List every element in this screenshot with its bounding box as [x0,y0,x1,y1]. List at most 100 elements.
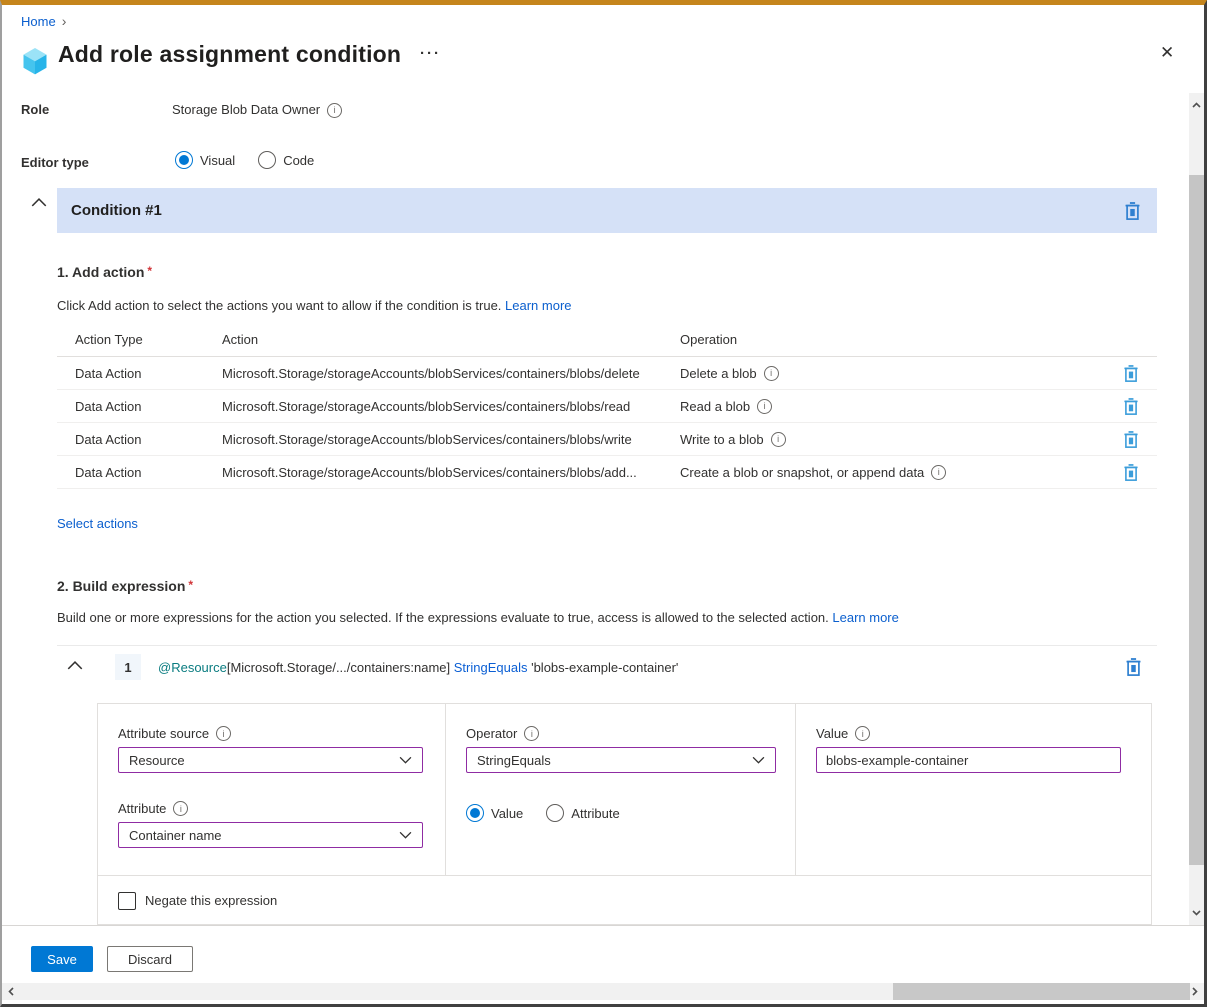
role-value-row: Storage Blob Data Owner [172,102,342,118]
cell-action-type: Data Action [57,366,222,381]
required-asterisk: * [188,578,193,592]
radio-visual[interactable] [175,151,193,169]
delete-expression-trash-icon[interactable] [1123,656,1144,678]
operation-info-icon[interactable] [931,465,946,480]
condition-collapse-chevron-icon[interactable] [29,193,49,212]
discard-button[interactable]: Discard [107,946,193,972]
value-column: Value [796,704,1151,875]
add-action-heading: 1. Add action* [57,264,152,280]
add-role-assignment-condition-window: Home› Add role assignment condition ··· … [0,0,1207,1007]
expression-attribute: @Resource [158,660,227,675]
cell-action-type: Data Action [57,432,222,447]
attribute-source-label: Attribute source [118,726,209,741]
attribute-value: Container name [129,828,222,843]
radio-code-label[interactable]: Code [283,153,314,168]
scroll-left-arrow-icon[interactable] [4,983,18,1000]
delete-action-trash-icon[interactable] [1121,462,1141,483]
vertical-scrollbar-thumb[interactable] [1189,175,1204,865]
value-input[interactable] [816,747,1121,773]
delete-action-trash-icon[interactable] [1121,363,1141,384]
value-kind-radio-group: Value Attribute [466,804,775,822]
expression-operator: StringEquals [454,660,528,675]
role-info-icon[interactable] [327,103,342,118]
section-divider [57,645,1157,646]
negate-expression-row: Negate this expression [98,875,1151,925]
attribute-source-value: Resource [129,753,185,768]
attribute-label: Attribute [118,801,166,816]
cell-operation: Read a blob [680,399,750,414]
chevron-down-icon [752,756,765,764]
col-header-action: Action [222,332,680,347]
horizontal-scrollbar-thumb[interactable] [893,983,1190,1000]
horizontal-scrollbar[interactable] [2,983,1204,1000]
attribute-source-column: Attribute source Resource Attribute Cont… [98,704,446,875]
operation-info-icon[interactable] [771,432,786,447]
expression-summary: @Resource[Microsoft.Storage/.../containe… [158,660,678,675]
expression-path: [Microsoft.Storage/.../containers:name] [227,660,450,675]
scroll-up-arrow-icon[interactable] [1189,96,1204,114]
attribute-source-dropdown[interactable]: Resource [118,747,423,773]
cell-operation: Create a blob or snapshot, or append dat… [680,465,924,480]
value-info-icon[interactable] [855,726,870,741]
expression-index-badge: 1 [115,654,141,680]
negate-label[interactable]: Negate this expression [145,893,277,908]
attribute-dropdown[interactable]: Container name [118,822,423,848]
col-header-action-type: Action Type [57,332,222,347]
expression-value: 'blobs-example-container' [531,660,678,675]
build-expression-description: Build one or more expressions for the ac… [57,610,899,626]
operator-dropdown[interactable]: StringEquals [466,747,776,773]
expression-collapse-chevron-icon[interactable] [65,656,85,675]
required-asterisk: * [147,264,152,278]
breadcrumb-chevron-icon: › [62,13,67,29]
operator-label: Operator [466,726,517,741]
cell-action-type: Data Action [57,465,222,480]
build-expression-learn-more-link[interactable]: Learn more [832,610,898,625]
build-expression-heading: 2. Build expression* [57,578,193,594]
value-label: Value [816,726,848,741]
radio-attribute[interactable] [546,804,564,822]
operator-label-row: Operator [466,726,775,741]
close-icon[interactable]: ✕ [1154,41,1180,65]
vertical-scrollbar[interactable] [1189,93,1204,925]
value-label-row: Value [816,726,1131,741]
scroll-down-arrow-icon[interactable] [1189,904,1204,922]
cell-operation: Delete a blob [680,366,757,381]
radio-attribute-label[interactable]: Attribute [571,806,619,821]
radio-value-label[interactable]: Value [491,806,523,821]
breadcrumb-home-link[interactable]: Home [21,14,56,29]
attribute-source-label-row: Attribute source [118,726,425,741]
footer-divider [2,925,1204,926]
attribute-source-info-icon[interactable] [216,726,231,741]
chevron-down-icon [399,831,412,839]
actions-table-header: Action Type Action Operation [57,323,1157,357]
delete-condition-trash-icon[interactable] [1122,200,1143,222]
scroll-right-arrow-icon[interactable] [1188,983,1202,1000]
negate-checkbox[interactable] [118,892,136,910]
operator-value: StringEquals [477,753,551,768]
operation-info-icon[interactable] [764,366,779,381]
breadcrumb: Home › [21,13,66,29]
attribute-label-row: Attribute [118,801,425,816]
condition-header-bar[interactable]: Condition #1 [57,188,1157,233]
actions-table: Action Type Action Operation Data Action… [57,323,1157,489]
cell-action: Microsoft.Storage/storageAccounts/blobSe… [222,399,680,414]
more-options-icon[interactable]: ··· [420,45,441,62]
table-row: Data Action Microsoft.Storage/storageAcc… [57,390,1157,423]
radio-value[interactable] [466,804,484,822]
cell-action: Microsoft.Storage/storageAccounts/blobSe… [222,465,680,480]
delete-action-trash-icon[interactable] [1121,429,1141,450]
radio-visual-label[interactable]: Visual [200,153,235,168]
radio-code[interactable] [258,151,276,169]
select-actions-link[interactable]: Select actions [57,516,138,532]
table-row: Data Action Microsoft.Storage/storageAcc… [57,456,1157,489]
add-action-description: Click Add action to select the actions y… [57,298,572,314]
add-action-learn-more-link[interactable]: Learn more [505,298,571,313]
attribute-info-icon[interactable] [173,801,188,816]
role-label: Role [21,102,49,118]
operation-info-icon[interactable] [757,399,772,414]
delete-action-trash-icon[interactable] [1121,396,1141,417]
operator-info-icon[interactable] [524,726,539,741]
save-button[interactable]: Save [31,946,93,972]
resource-cube-icon [21,46,49,76]
table-row: Data Action Microsoft.Storage/storageAcc… [57,357,1157,390]
